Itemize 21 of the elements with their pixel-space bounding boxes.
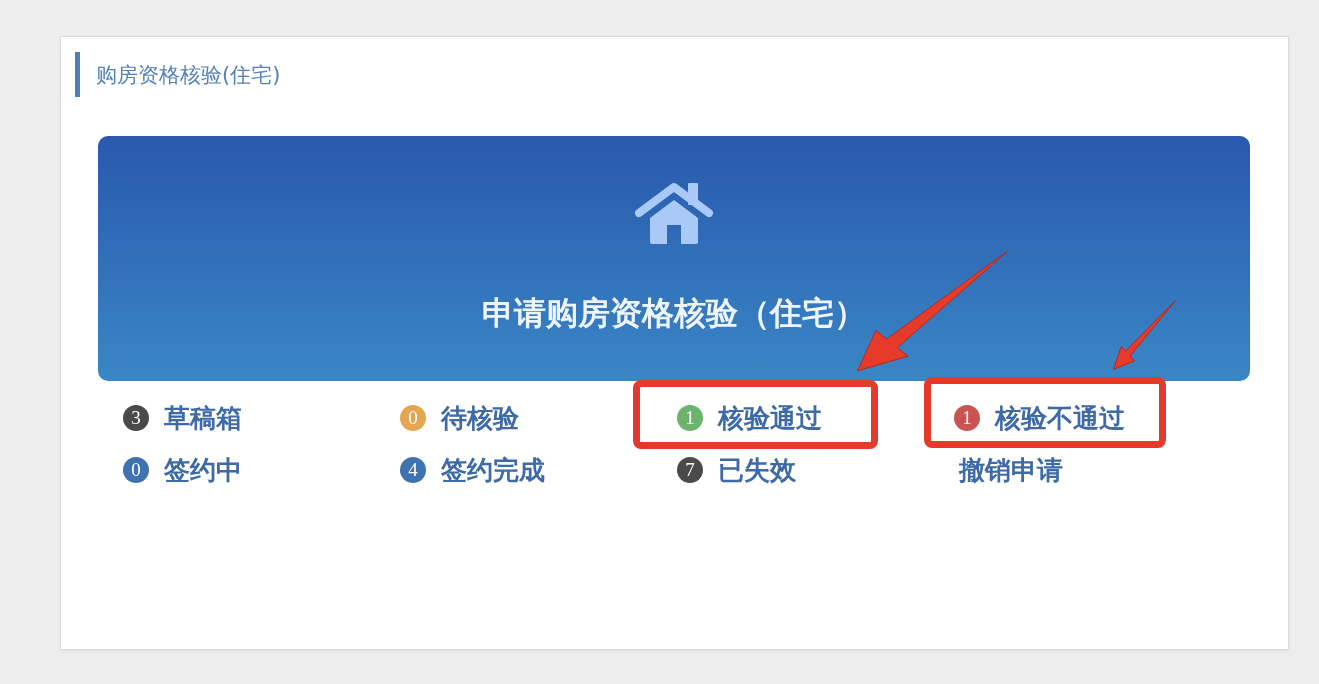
accent-bar: [75, 52, 80, 97]
count-badge: 1: [954, 405, 980, 431]
count-badge: 0: [400, 405, 426, 431]
action-link[interactable]: 撤销申请: [959, 454, 1063, 486]
count-badge: 1: [677, 405, 703, 431]
arrow-icon: [856, 250, 1009, 372]
house-icon: [634, 182, 714, 244]
count-badge: 3: [123, 405, 149, 431]
status-link[interactable]: 4 签约完成: [400, 454, 545, 486]
status-link[interactable]: 0 待核验: [400, 402, 519, 434]
panel-title: 购房资格核验(住宅): [96, 61, 281, 89]
count-badge: 7: [677, 457, 703, 483]
status-link[interactable]: 0 签约中: [123, 454, 242, 486]
status-link[interactable]: 3 草稿箱: [123, 402, 242, 434]
status-link[interactable]: 7 已失效: [677, 454, 796, 486]
count-badge: 0: [123, 457, 149, 483]
status-link[interactable]: 1 核验通过: [677, 402, 822, 434]
status-link[interactable]: 1 核验不通过: [954, 402, 1125, 434]
apply-banner[interactable]: 申请购房资格核验（住宅）: [98, 136, 1250, 381]
arrow-icon: [1113, 300, 1176, 370]
count-badge: 4: [400, 457, 426, 483]
